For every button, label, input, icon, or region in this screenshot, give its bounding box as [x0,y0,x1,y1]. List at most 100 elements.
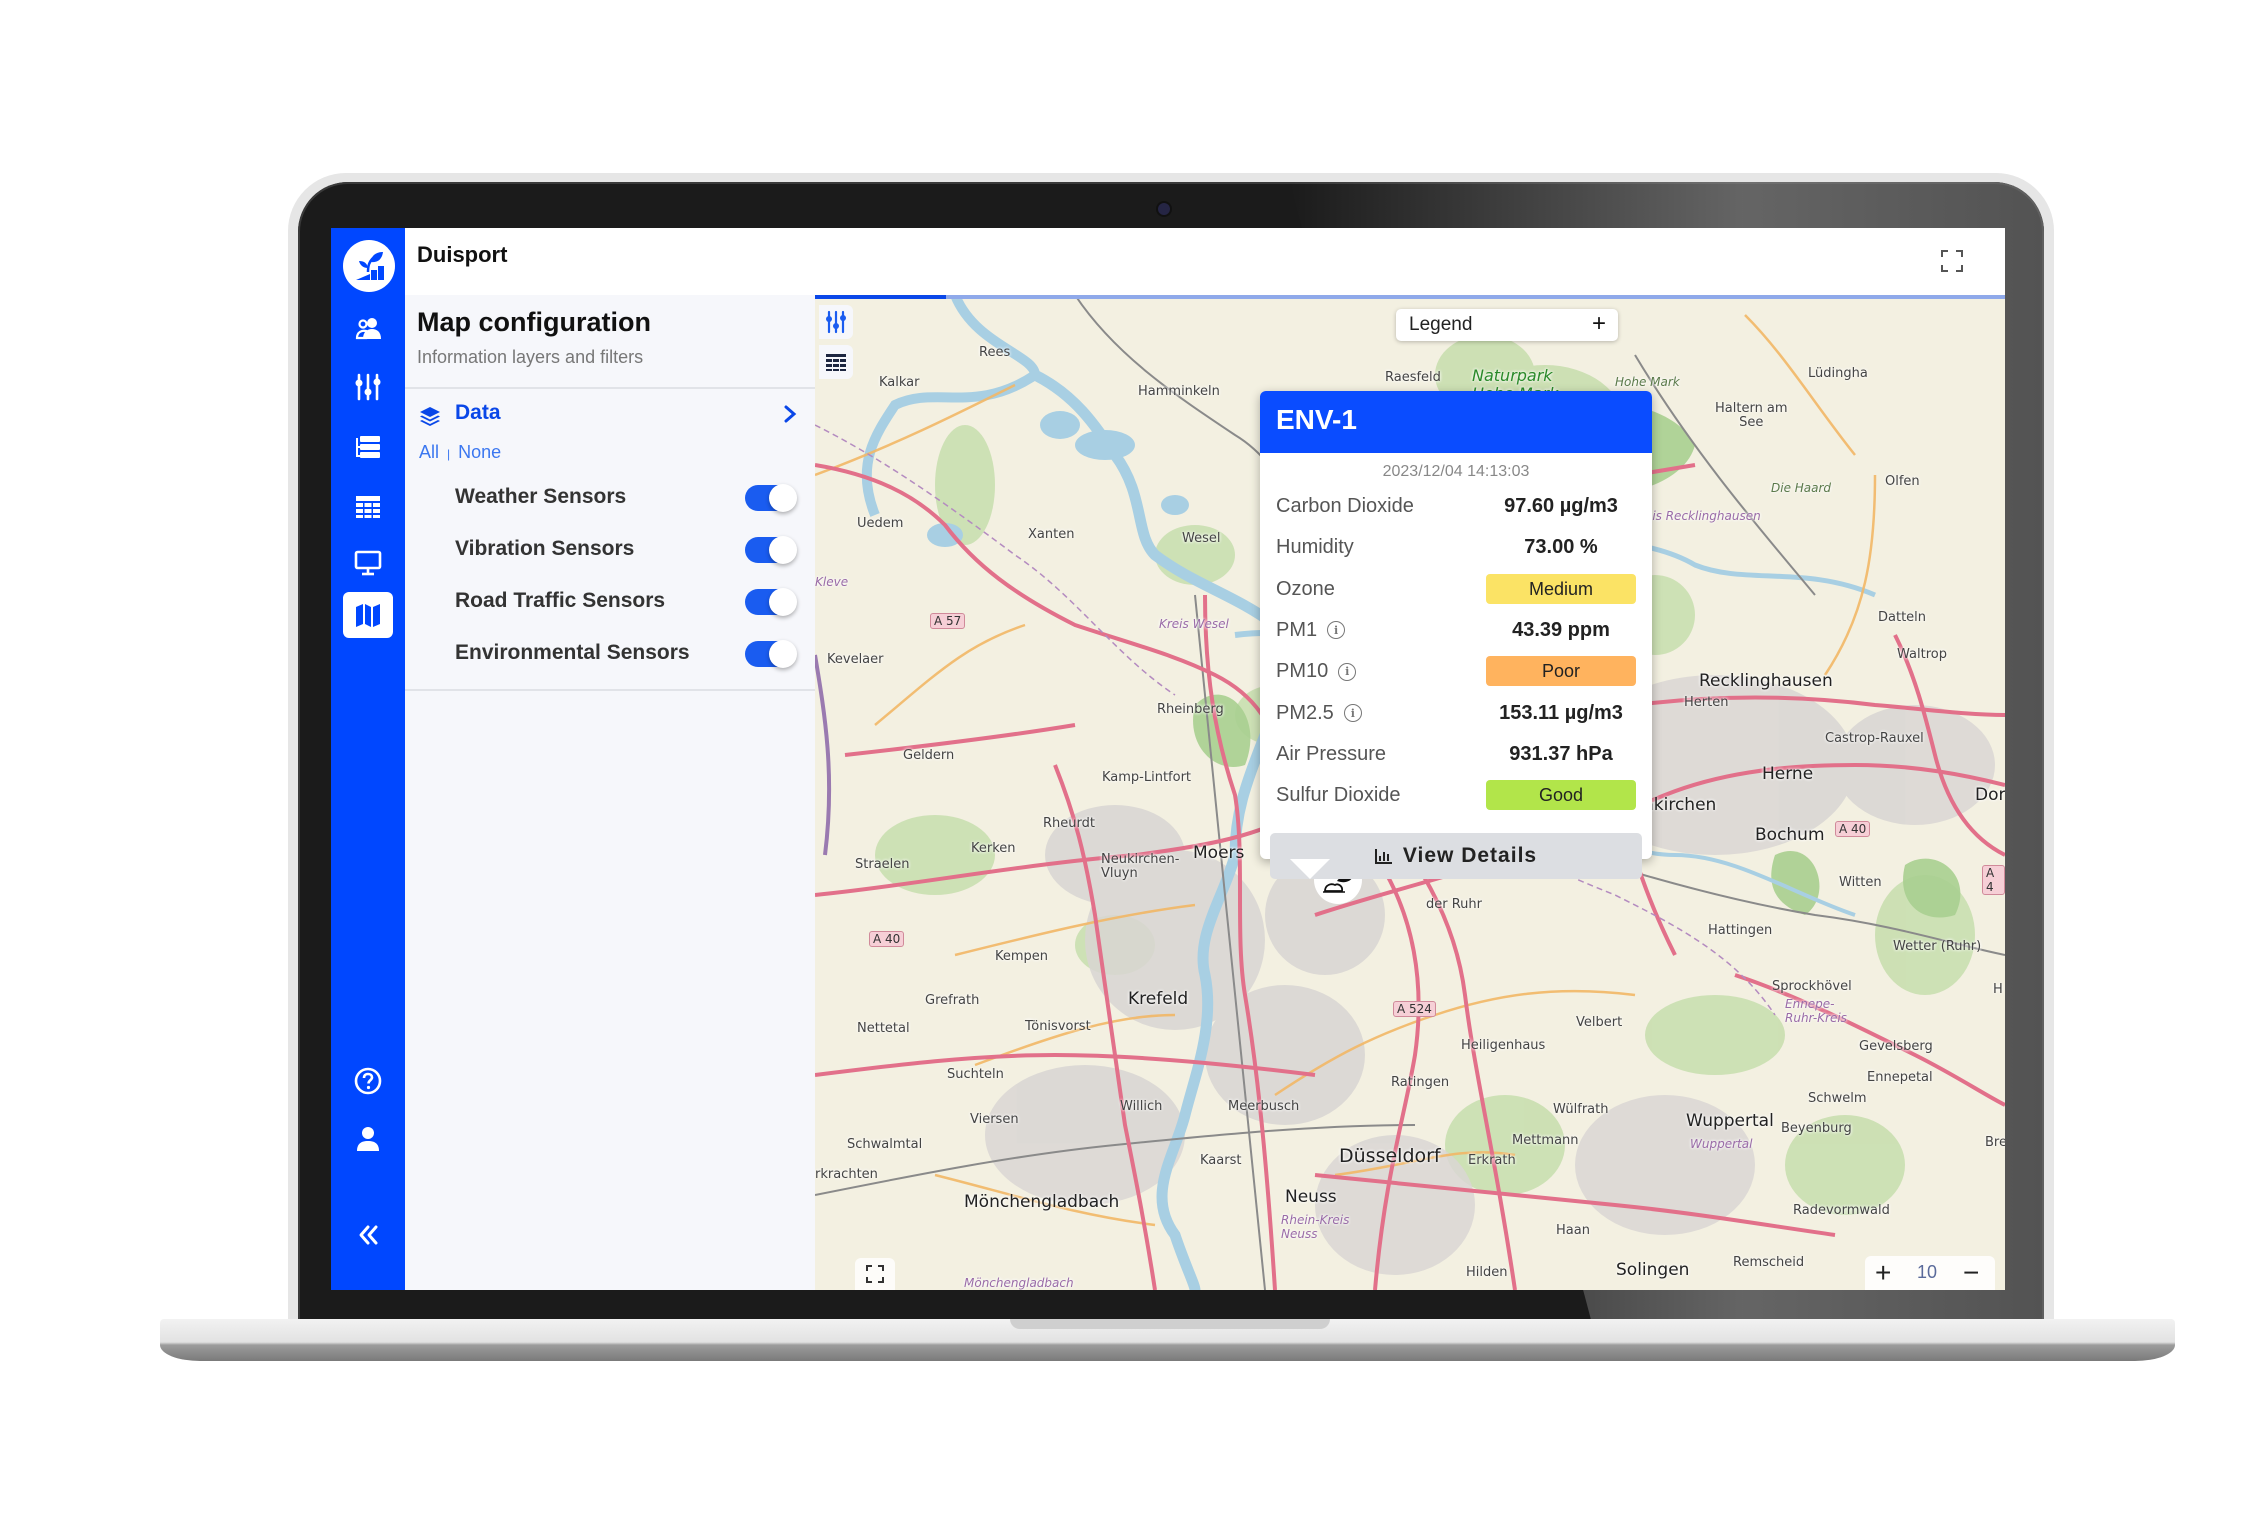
plant-growth-icon [356,252,384,280]
toggle-knob [769,640,797,668]
table-icon [356,496,380,518]
bar-chart-icon [1374,849,1392,864]
fullscreen-icon[interactable] [1939,248,1965,274]
map-label: Mönchengladbach [964,1192,1120,1212]
environmental-sensors-toggle[interactable] [745,640,797,668]
metric-row: Carbon Dioxide 97.60 µg/m3 [1276,489,1636,525]
toggle-knob [769,484,797,512]
user-icon [357,1127,379,1151]
metric-label-text: PM1 [1276,618,1318,641]
legend-panel-toggle[interactable]: Legend + [1396,309,1618,341]
map-label: Ennepe- Ruhr-Kreis [1785,997,1847,1025]
sensor-popup: ENV-1 2023/12/04 14:13:03 Carbon Dioxide… [1260,391,1652,879]
map-filter-button[interactable] [819,305,853,339]
map-label: nkirchen [1643,795,1717,815]
sidebar-item-map[interactable] [343,592,393,638]
map-label: Wesel [1182,531,1221,546]
metric-row: Sulfur Dioxide Good [1276,778,1636,814]
metric-row: PM10 i Poor [1276,654,1636,690]
metric-status-badge: Poor [1486,656,1636,687]
sidebar-collapse-button[interactable] [343,1212,393,1258]
metric-label-text: Sulfur Dioxide [1276,784,1401,807]
app-logo[interactable] [343,240,395,292]
map-label: Kevelaer [827,652,884,667]
legend-label: Legend [1409,314,1473,335]
sensor-row-environmental: Environmental Sensors [455,633,797,673]
sensor-row-road-traffic: Road Traffic Sensors [455,581,797,621]
progress-fill [815,295,946,299]
data-section-toggle[interactable]: Data [405,395,815,435]
map-label: Olfen [1885,474,1920,489]
road-shield: A 4 [1982,865,2005,895]
sidebar-item-list[interactable] [343,424,393,470]
map-label: Grefrath [925,993,980,1008]
road-traffic-sensors-toggle[interactable] [745,588,797,616]
sensor-row-vibration: Vibration Sensors [455,529,797,569]
map-label: Wuppertal [1690,1137,1753,1151]
zoom-in-button[interactable]: + [1875,1257,1891,1289]
weather-sensors-toggle[interactable] [745,484,797,512]
road-shield: A 40 [1835,821,1871,837]
select-none-link[interactable]: None [458,442,501,462]
map-label: Wuppertal [1686,1111,1774,1131]
sidebar-item-users[interactable] [343,306,393,352]
map-label: Waltrop [1897,647,1947,662]
metric-label-text: Carbon Dioxide [1276,495,1414,517]
sidebar-item-controls[interactable] [343,364,393,410]
data-section-label: Data [455,401,501,424]
sidebar-item-profile[interactable] [343,1116,393,1162]
info-icon[interactable]: i [1338,662,1357,681]
separator: | [447,447,451,461]
fullscreen-icon [866,1265,884,1283]
metric-value: 73.00 % [1524,536,1598,559]
map-label: Herten [1684,695,1729,710]
all-none-selector: All | None [419,442,501,463]
metric-value: 43.39 ppm [1512,618,1610,641]
map-label: Straelen [855,857,910,872]
map-label: Meerbusch [1228,1099,1300,1114]
zoom-control: + 10 − [1865,1256,1995,1290]
map-label: Kamp-Lintfort [1102,770,1192,785]
map-label: Rheinberg [1157,702,1224,717]
info-icon[interactable]: i [1327,621,1346,640]
map-label: Erkrath [1468,1153,1516,1168]
metric-label: Carbon Dioxide [1276,495,1414,518]
panel-subtitle: Information layers and filters [417,347,644,367]
vibration-sensors-toggle[interactable] [745,536,797,564]
map-label: Raesfeld [1385,370,1441,385]
map-label: Castrop-Rauxel [1825,731,1924,746]
toggle-knob [769,536,797,564]
map-label: Geldern [903,748,955,763]
map-label: Witten [1839,875,1882,890]
map-label: Gevelsberg [1859,1039,1933,1054]
map-label: Willich [1120,1099,1163,1114]
toggle-knob [769,588,797,616]
sidebar-item-monitor[interactable] [343,540,393,586]
sidebar-item-table[interactable] [343,483,393,529]
zoom-out-button[interactable]: − [1963,1257,1979,1289]
map-label: Lüdingha [1808,366,1868,381]
metric-label-text: Ozone [1276,577,1335,600]
map-label: Herne [1762,764,1814,784]
metric-label: PM1 i [1276,618,1346,642]
info-icon[interactable]: i [1343,704,1362,722]
map-label: Rees [979,345,1011,360]
map-label: rkrachten [815,1167,878,1182]
map-view[interactable]: Kalkar Rees Hamminkeln Uedem Xanten Wese… [815,295,2005,1290]
help-icon [354,1067,382,1095]
select-all-link[interactable]: All [419,442,439,462]
map-label: Kreis Wesel [1159,617,1229,631]
map-label: Krefeld [1128,989,1189,1009]
map-table-button[interactable] [819,345,853,379]
sensor-label: Environmental Sensors [455,641,690,664]
map-icon [356,604,380,627]
map-label: Hohe Mark [1615,375,1680,389]
popup-timestamp: 2023/12/04 14:13:03 [1382,463,1530,480]
sidebar-item-help[interactable] [343,1058,393,1104]
map-label: Schwalmtal [847,1137,923,1152]
road-shield: A 524 [1393,1001,1436,1017]
map-fullscreen-button[interactable] [855,1258,895,1290]
double-chevron-left-icon [359,1225,378,1245]
layers-icon [420,407,440,426]
metric-row: PM1 i 43.39 ppm [1276,613,1636,649]
